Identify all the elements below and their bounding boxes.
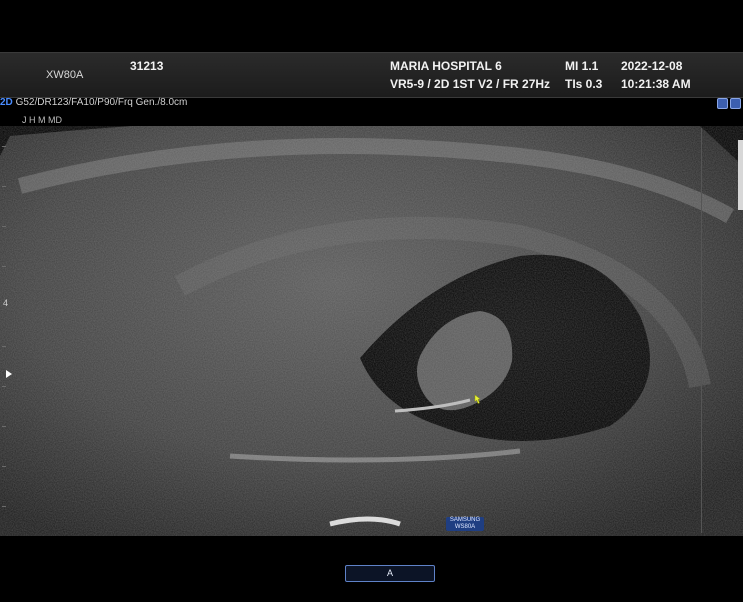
depth-tick xyxy=(2,386,6,387)
bottom-control-button[interactable]: A xyxy=(345,565,435,582)
samsung-logo: SAMSUNG WS80A xyxy=(446,517,484,531)
depth-tick xyxy=(2,146,6,147)
gray-scale-bar xyxy=(738,140,743,210)
settings-text: G52/DR123/FA10/P90/Frq Gen./8.0cm xyxy=(15,97,188,108)
depth-tick xyxy=(2,266,6,267)
ultrasound-image[interactable] xyxy=(0,126,743,536)
mode-label: 2D xyxy=(0,97,13,108)
depth-tick xyxy=(2,466,6,467)
depth-tick xyxy=(2,506,6,507)
speckle-noise xyxy=(0,126,743,536)
depth-tick xyxy=(2,346,6,347)
probe-name: XW80A xyxy=(46,69,84,81)
brand-line-2: WS80A xyxy=(454,524,476,530)
patient-id: 31213 xyxy=(130,59,164,73)
depth-tick xyxy=(2,186,6,187)
hand-pointer-icon[interactable] xyxy=(474,394,482,404)
depth-scale: 4 xyxy=(0,126,12,536)
hospital-name: MARIA HOSPITAL 6 xyxy=(390,59,502,73)
focus-marker-icon[interactable] xyxy=(6,370,12,378)
depth-tick xyxy=(2,226,6,227)
imaging-parameters: 2D G52/DR123/FA10/P90/Frq Gen./8.0cm xyxy=(0,97,187,108)
header-bar: 31213 XW80A MARIA HOSPITAL 6 VR5-9 / 2D … xyxy=(0,52,743,98)
exam-time: 10:21:38 AM xyxy=(621,77,691,91)
preset-info: VR5-9 / 2D 1ST V2 / FR 27Hz xyxy=(390,77,551,91)
zoom-icon[interactable] xyxy=(730,98,741,109)
exam-date: 2022-12-08 xyxy=(621,59,683,73)
depth-tick xyxy=(2,426,6,427)
mi-value: MI 1.1 xyxy=(565,59,599,73)
view-mode-icon[interactable] xyxy=(717,98,728,109)
scan-edge-line xyxy=(701,128,702,533)
operator-label: J H M MD xyxy=(22,115,62,125)
brand-line-1: SAMSUNG xyxy=(449,517,481,523)
tis-value: TIs 0.3 xyxy=(565,77,603,91)
display-icons xyxy=(717,98,741,109)
ultrasound-scan-svg xyxy=(0,126,743,536)
depth-label: 4 xyxy=(3,298,9,308)
